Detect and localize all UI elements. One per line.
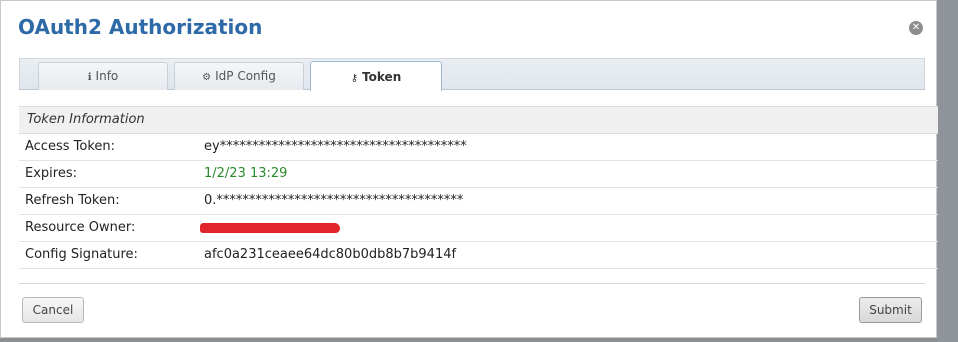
refresh-token-value: 0.**************************************	[204, 193, 464, 208]
refresh-token-label: Refresh Token:	[25, 193, 120, 208]
tab-idp-config[interactable]: ⚙ IdP Config	[174, 62, 304, 90]
cancel-button[interactable]: Cancel	[22, 297, 84, 323]
expires-value: 1/2/23 13:29	[204, 166, 288, 181]
key-icon: ⚷	[350, 73, 359, 84]
dialog-title: OAuth2 Authorization	[18, 15, 263, 39]
config-signature-value: afc0a231ceaee64dc80b0db8b7b9414f	[204, 247, 457, 262]
background-strip	[937, 0, 958, 342]
token-info-header: Token Information	[19, 107, 938, 134]
tab-info-label: Info	[95, 69, 119, 83]
access-token-value: ey**************************************	[204, 139, 467, 154]
tab-bar: ℹ Info ⚙ IdP Config ⚷ Token	[19, 58, 925, 91]
oauth2-dialog: OAuth2 Authorization ✕ ℹ Info ⚙ IdP Config…	[0, 0, 938, 338]
resource-owner-label: Resource Owner:	[25, 220, 136, 235]
gear-icon: ⚙	[202, 72, 212, 83]
config-signature-label: Config Signature:	[25, 247, 138, 262]
token-row-resource-owner: Resource Owner:	[19, 215, 938, 242]
submit-button[interactable]: Submit	[859, 297, 922, 323]
info-icon: ℹ	[87, 72, 92, 83]
footer-divider	[19, 283, 925, 284]
access-token-label: Access Token:	[25, 139, 116, 154]
token-row-expires: Expires: 1/2/23 13:29	[19, 161, 938, 188]
redaction-mark	[200, 223, 340, 233]
tab-token-label: Token	[362, 70, 402, 84]
token-row-access-token: Access Token: ey************************…	[19, 134, 938, 161]
tab-idp-config-label: IdP Config	[215, 69, 276, 83]
expires-label: Expires:	[25, 166, 77, 181]
tab-info[interactable]: ℹ Info	[38, 62, 168, 90]
close-circle-icon[interactable]: ✕	[909, 21, 923, 35]
token-row-config-signature: Config Signature: afc0a231ceaee64dc80b0d…	[19, 242, 938, 269]
token-info-table: Token Information Access Token: ey******…	[19, 106, 938, 269]
token-row-refresh-token: Refresh Token: 0.***********************…	[19, 188, 938, 215]
tab-token[interactable]: ⚷ Token	[310, 61, 442, 91]
